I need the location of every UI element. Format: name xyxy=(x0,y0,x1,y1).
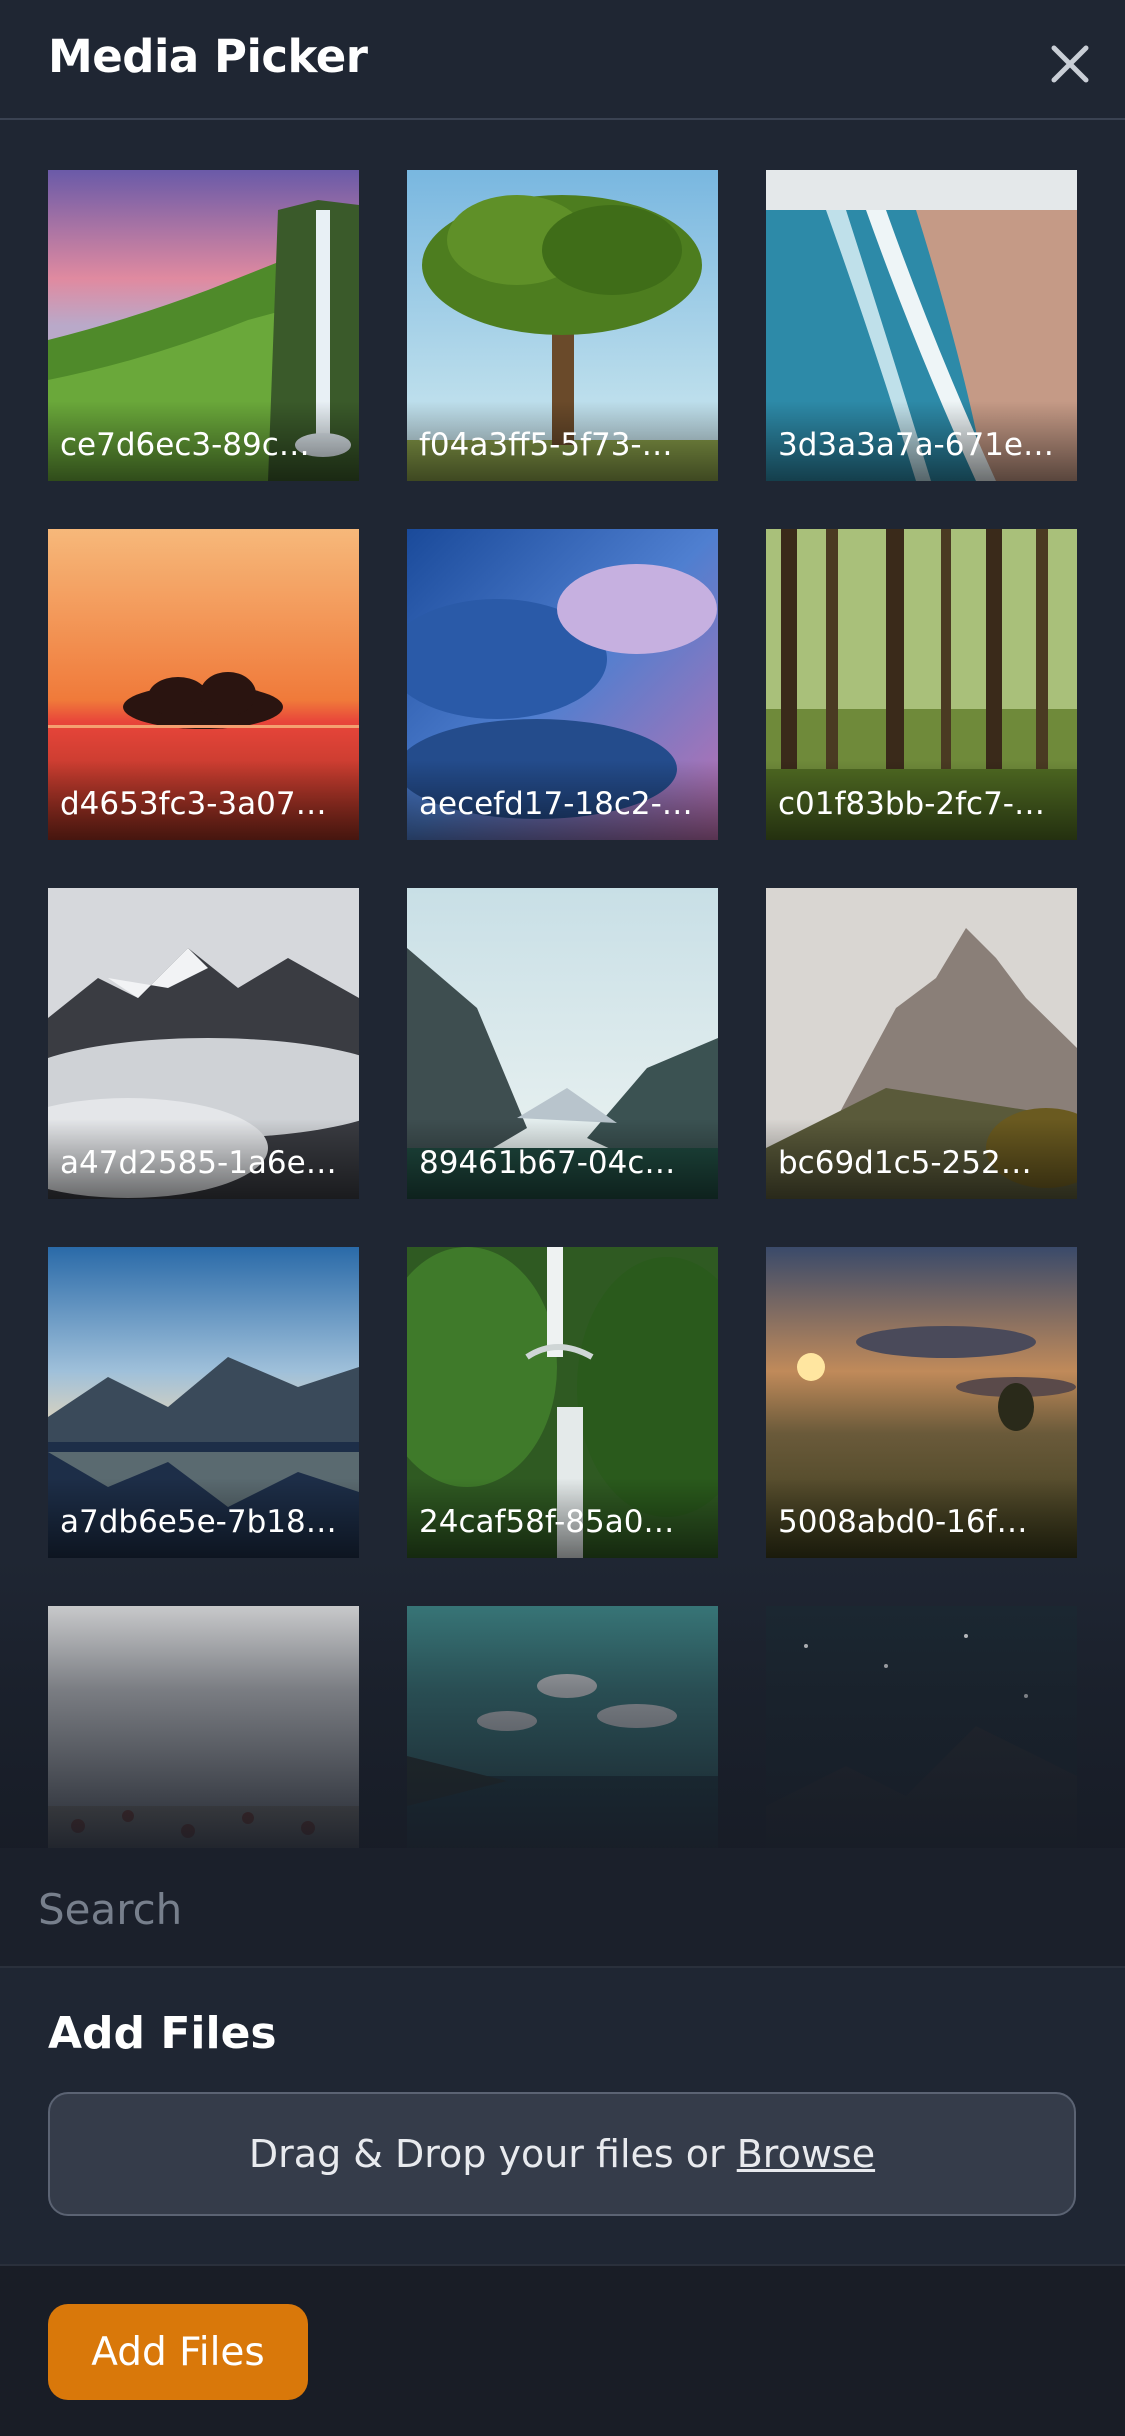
media-filename: a47d2585-1a6e… xyxy=(60,1145,337,1181)
add-files-heading: Add Files xyxy=(48,2008,277,2059)
browse-link[interactable]: Browse xyxy=(737,2132,875,2176)
search-bar xyxy=(0,1848,1125,1968)
media-thumbnail xyxy=(48,1606,359,1848)
media-filename: bc69d1c5-252… xyxy=(778,1145,1032,1181)
media-tile[interactable]: ce7d6ec3-89c… xyxy=(48,170,359,481)
footer: Add Files xyxy=(0,2266,1125,2436)
media-filename: aecefd17-18c2-… xyxy=(419,786,693,822)
media-tile[interactable]: bc69d1c5-252… xyxy=(766,888,1077,1199)
media-filename: ce7d6ec3-89c… xyxy=(60,427,310,463)
media-filename: c01f83bb-2fc7-… xyxy=(778,786,1045,822)
media-tile[interactable] xyxy=(407,1606,718,1848)
media-filename: f04a3ff5-5f73-… xyxy=(419,427,673,463)
media-tile[interactable]: d4653fc3-3a07… xyxy=(48,529,359,840)
media-tile[interactable]: a47d2585-1a6e… xyxy=(48,888,359,1199)
media-filename: 3d3a3a7a-671e… xyxy=(778,427,1054,463)
add-files-section: Add Files Drag & Drop your files or Brow… xyxy=(0,1968,1125,2266)
media-thumbnail xyxy=(407,1606,718,1848)
media-grid: ce7d6ec3-89c… f04a3ff5-5f73-… 3d3a3a7a-6… xyxy=(0,120,1125,1848)
media-filename: 89461b67-04c… xyxy=(419,1145,676,1181)
header: Media Picker xyxy=(0,0,1125,120)
file-dropzone[interactable]: Drag & Drop your files or Browse xyxy=(48,2092,1076,2216)
media-tile[interactable]: aecefd17-18c2-… xyxy=(407,529,718,840)
media-tile[interactable]: f04a3ff5-5f73-… xyxy=(407,170,718,481)
media-tile[interactable]: a7db6e5e-7b18… xyxy=(48,1247,359,1558)
page-title: Media Picker xyxy=(48,30,368,83)
media-tile[interactable]: 89461b67-04c… xyxy=(407,888,718,1199)
add-files-button[interactable]: Add Files xyxy=(48,2304,308,2400)
media-tile[interactable] xyxy=(766,1606,1077,1848)
media-filename: a7db6e5e-7b18… xyxy=(60,1504,337,1540)
media-tile[interactable]: 5008abd0-16f… xyxy=(766,1247,1077,1558)
media-tile[interactable]: 24caf58f-85a0… xyxy=(407,1247,718,1558)
media-tile[interactable] xyxy=(48,1606,359,1848)
media-filename: 5008abd0-16f… xyxy=(778,1504,1028,1540)
media-filename: d4653fc3-3a07… xyxy=(60,786,327,822)
media-thumbnail xyxy=(766,1606,1077,1848)
media-tile[interactable]: c01f83bb-2fc7-… xyxy=(766,529,1077,840)
search-input[interactable] xyxy=(36,1878,1090,1940)
media-tile[interactable]: 3d3a3a7a-671e… xyxy=(766,170,1077,481)
close-icon[interactable] xyxy=(1046,40,1094,88)
media-filename: 24caf58f-85a0… xyxy=(419,1504,675,1540)
dropzone-text: Drag & Drop your files or xyxy=(248,2132,737,2176)
